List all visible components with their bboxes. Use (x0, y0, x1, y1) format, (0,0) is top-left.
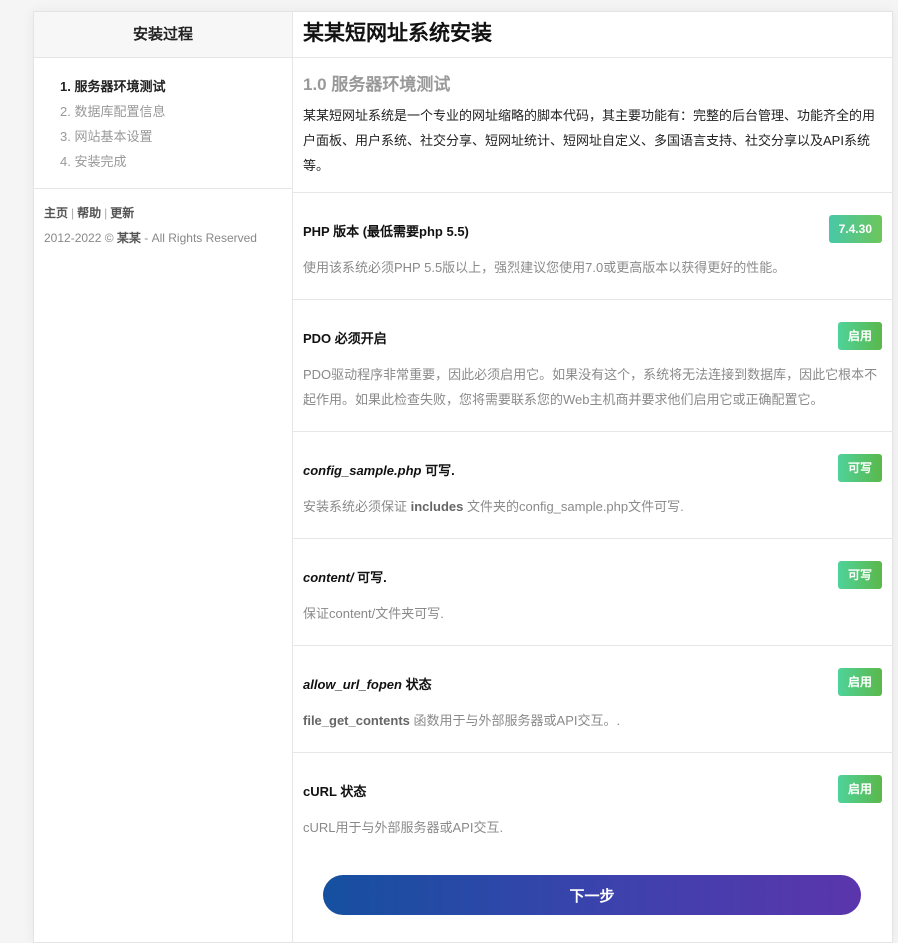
requirement-desc: cURL用于与外部服务器或API交互. (303, 820, 504, 835)
desc-prefix: 安装系统必须保证 (303, 499, 411, 514)
status-badge: 可写 (837, 454, 882, 482)
step-database-config: 2. 数据库配置信息 (60, 104, 166, 119)
sidebar-footer: 主页 | 帮助 | 更新 2012-2022 © 某某 - All Rights Res… (34, 189, 292, 251)
copyright-name: 某某 (116, 231, 141, 245)
title-suffix: 可写. (421, 463, 455, 478)
update-link[interactable]: 更新 (110, 206, 134, 220)
requirement-php-version: PHP 版本 (最低需要php 5.5) 7.4.30 使用该系统必须PHP 5… (293, 193, 892, 300)
requirement-title: config_sample.php 可写. (303, 460, 455, 479)
function-name: file_get_contents (303, 713, 410, 728)
setting-name: allow_url_fopen (303, 677, 402, 692)
desc-suffix: 函数用于与外部服务器或API交互。. (409, 713, 621, 728)
requirement-desc: 保证content/文件夹可写. (303, 606, 444, 621)
requirement-title: content/ 可写. (303, 567, 387, 586)
copyright: 2012-2022 © 某某 - All Rights Reserved (44, 226, 292, 251)
requirement-pdo: PDO 必须开启 启用 PDO驱动程序非常重要，因此必须启用它。如果没有这个，系… (293, 300, 892, 432)
page-title: 某某短网址系统安装 (293, 12, 892, 58)
section-heading: 1.0 服务器环境测试 (303, 75, 451, 94)
sidebar: 安装过程 1. 服务器环境测试 2. 数据库配置信息 3. 网站基本设置 4. … (34, 12, 293, 942)
requirement-curl: cURL 状态 启用 cURL用于与外部服务器或API交互. (293, 753, 892, 859)
status-badge: 启用 (837, 668, 882, 696)
main-panel: 某某短网址系统安装 1.0 服务器环境测试 某某短网址系统是一个专业的网址缩略的… (293, 12, 892, 942)
title-suffix: 状态 (401, 677, 432, 692)
requirement-title: cURL 状态 (303, 784, 367, 799)
step-site-settings: 3. 网站基本设置 (60, 129, 153, 144)
requirement-desc: file_get_contents 函数用于与外部服务器或API交互。. (303, 708, 884, 733)
requirement-desc: 使用该系统必须PHP 5.5版以上，强烈建议您使用7.0或更高版本以获得更好的性… (303, 260, 786, 275)
requirement-title: PDO 必须开启 (303, 331, 387, 346)
intro-text: 某某短网址系统是一个专业的网址缩略的脚本代码，其主要功能有：完整的后台管理、功能… (303, 108, 876, 173)
requirement-allow-url-fopen: allow_url_fopen 状态 启用 file_get_contents … (293, 646, 892, 753)
desc-suffix: 文件夹的config_sample.php文件可写. (463, 499, 684, 514)
separator: | (71, 206, 75, 220)
next-step-button[interactable]: 下一步 (323, 875, 861, 915)
footer-links: 主页 | 帮助 | 更新 (44, 201, 292, 226)
requirement-desc: PDO驱动程序非常重要，因此必须启用它。如果没有这个，系统将无法连接到数据库，因… (303, 367, 878, 407)
requirement-content-writable: content/ 可写. 可写 保证content/文件夹可写. (293, 539, 892, 646)
folder-name: content/ (303, 570, 354, 585)
installer-window: 安装过程 1. 服务器环境测试 2. 数据库配置信息 3. 网站基本设置 4. … (33, 11, 893, 943)
sidebar-title: 安装过程 (34, 12, 292, 58)
status-badge: 可写 (837, 561, 882, 589)
install-steps: 1. 服务器环境测试 2. 数据库配置信息 3. 网站基本设置 4. 安装完成 (34, 58, 292, 189)
status-badge: 启用 (837, 322, 882, 350)
title-suffix: 可写. (353, 570, 387, 585)
intro-section: 1.0 服务器环境测试 某某短网址系统是一个专业的网址缩略的脚本代码，其主要功能… (293, 58, 892, 193)
copyright-years: 2012-2022 © (44, 231, 114, 245)
status-badge: 启用 (837, 775, 882, 803)
separator: | (104, 206, 108, 220)
requirement-config-writable: config_sample.php 可写. 可写 安装系统必须保证 includ… (293, 432, 892, 539)
status-badge: 7.4.30 (828, 215, 882, 243)
requirement-desc: 安装系统必须保证 includes 文件夹的config_sample.php文… (303, 494, 884, 519)
filename: config_sample.php (303, 463, 422, 478)
step-server-check: 1. 服务器环境测试 (60, 79, 166, 94)
requirement-title: PHP 版本 (最低需要php 5.5) (303, 224, 469, 239)
requirement-title: allow_url_fopen 状态 (303, 674, 432, 693)
home-link[interactable]: 主页 (44, 206, 68, 220)
copyright-suffix: - All Rights Reserved (144, 231, 257, 245)
step-complete: 4. 安装完成 (60, 154, 127, 169)
folder-name: includes (410, 499, 464, 514)
help-link[interactable]: 帮助 (77, 206, 101, 220)
